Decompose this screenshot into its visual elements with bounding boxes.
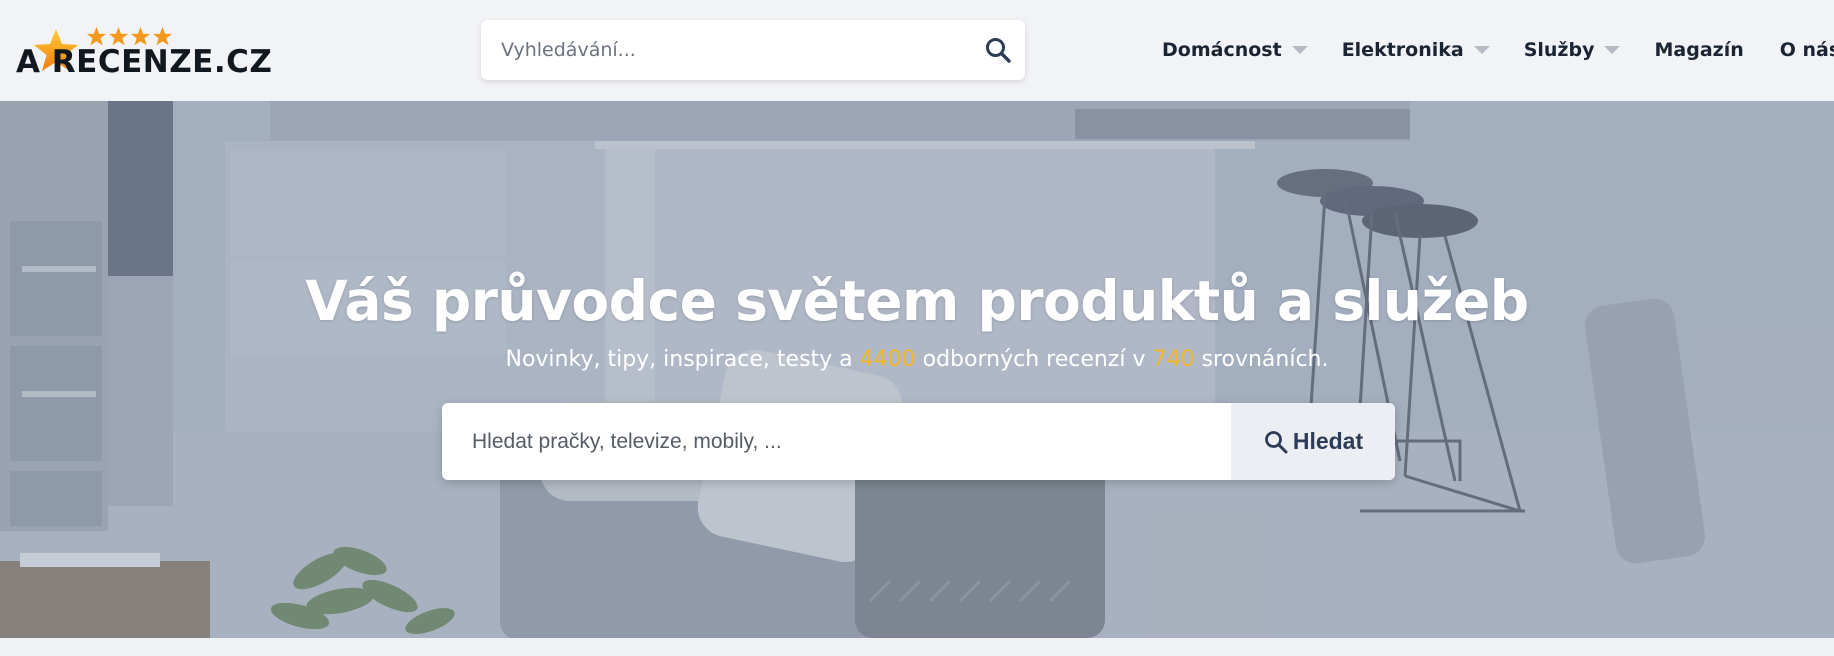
nav-item-magazin[interactable]: Magazín	[1654, 39, 1743, 61]
reviews-count: 4400	[859, 347, 916, 372]
hero-section: Váš průvodce světem produktů a služeb No…	[0, 101, 1834, 638]
nav-item-elektronika[interactable]: Elektronika	[1342, 39, 1490, 61]
hero-search-box: Hledat	[442, 403, 1395, 480]
hero-subtitle-text: odborných recenzí v	[915, 347, 1153, 372]
hero-subtitle-text: srovnáních.	[1194, 347, 1329, 372]
nav-item-o-nas[interactable]: O nás	[1780, 39, 1834, 61]
hero-search-button-label: Hledat	[1292, 428, 1364, 454]
nav-item-label: O nás	[1779, 39, 1834, 61]
chevron-down-icon	[1291, 46, 1308, 54]
nav-item-domacnost[interactable]: Domácnost	[1162, 39, 1308, 61]
hero-subtitle: Novinky, tipy, inspirace, testy a 4400 o…	[0, 347, 1834, 372]
search-icon	[1264, 430, 1288, 453]
search-icon[interactable]	[983, 35, 1013, 65]
hero-title: Váš průvodce světem produktů a služeb	[305, 269, 1529, 333]
chevron-down-icon	[1473, 46, 1490, 54]
logo-text: A RECENZE.CZ	[16, 44, 273, 80]
nav-item-label: Služby	[1523, 39, 1595, 61]
page-bottom-strip	[0, 638, 1834, 656]
chevron-down-icon	[1604, 46, 1621, 54]
nav-item-sluzby[interactable]: Služby	[1524, 39, 1621, 61]
hero-search-button[interactable]: Hledat	[1231, 403, 1395, 480]
header-search-input[interactable]	[501, 20, 951, 80]
site-header: A RECENZE.CZ Domácnost Elektronika Služb…	[0, 0, 1834, 101]
hero-subtitle-text: Novinky, tipy, inspirace, testy a	[505, 347, 860, 372]
header-search-box	[481, 20, 1025, 80]
comparisons-count: 740	[1152, 347, 1195, 372]
hero-search-input[interactable]	[472, 403, 1212, 480]
site-logo[interactable]: A RECENZE.CZ	[16, 22, 276, 82]
nav-item-label: Domácnost	[1162, 39, 1282, 61]
main-nav: Domácnost Elektronika Služby Magazín O n…	[1162, 38, 1834, 62]
nav-item-label: Elektronika	[1341, 39, 1464, 61]
nav-item-label: Magazín	[1654, 39, 1744, 61]
